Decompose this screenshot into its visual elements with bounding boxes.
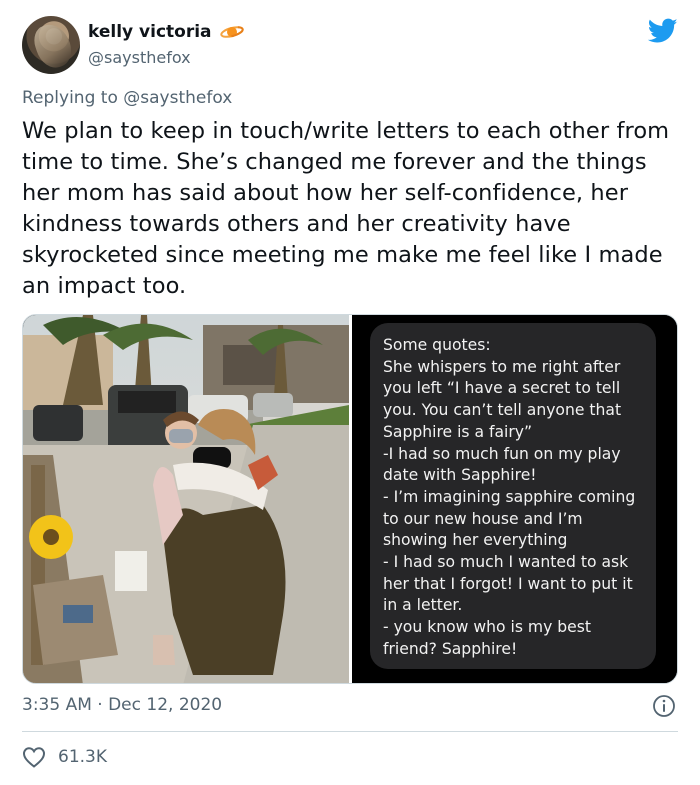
author-handle[interactable]: @saysthefox xyxy=(88,48,191,67)
heart-outline-icon xyxy=(22,747,46,768)
like-button[interactable]: 61.3K xyxy=(22,746,107,768)
tweet-media[interactable]: Some quotes: She whispers to me right af… xyxy=(22,314,678,684)
message-screenshot[interactable]: Some quotes: She whispers to me right af… xyxy=(352,315,677,683)
display-name[interactable]: kelly victoria xyxy=(88,22,212,42)
divider xyxy=(22,731,678,732)
info-icon[interactable] xyxy=(652,694,676,718)
replying-to-link[interactable]: @saysthefox xyxy=(123,88,232,108)
tweet-text: We plan to keep in touch/write letters t… xyxy=(22,118,670,299)
author-name-row: kelly victoria xyxy=(88,22,244,42)
twitter-bird-icon[interactable] xyxy=(648,18,678,44)
replying-to: Replying to @saysthefox xyxy=(22,88,232,108)
message-bubble-text: Some quotes: She whispers to me right af… xyxy=(383,336,636,658)
like-count: 61.3K xyxy=(58,747,107,767)
tweet-timestamp[interactable]: 3:35 AM · Dec 12, 2020 xyxy=(22,695,222,715)
photo-two-people-hugging[interactable] xyxy=(23,315,349,683)
message-bubble: Some quotes: She whispers to me right af… xyxy=(370,323,656,669)
tweet-header: kelly victoria @saysthefox xyxy=(22,16,682,76)
planet-emoji-icon xyxy=(219,26,244,38)
avatar[interactable] xyxy=(22,16,80,74)
photo-illustration xyxy=(23,315,349,683)
replying-prefix: Replying to xyxy=(22,88,124,108)
